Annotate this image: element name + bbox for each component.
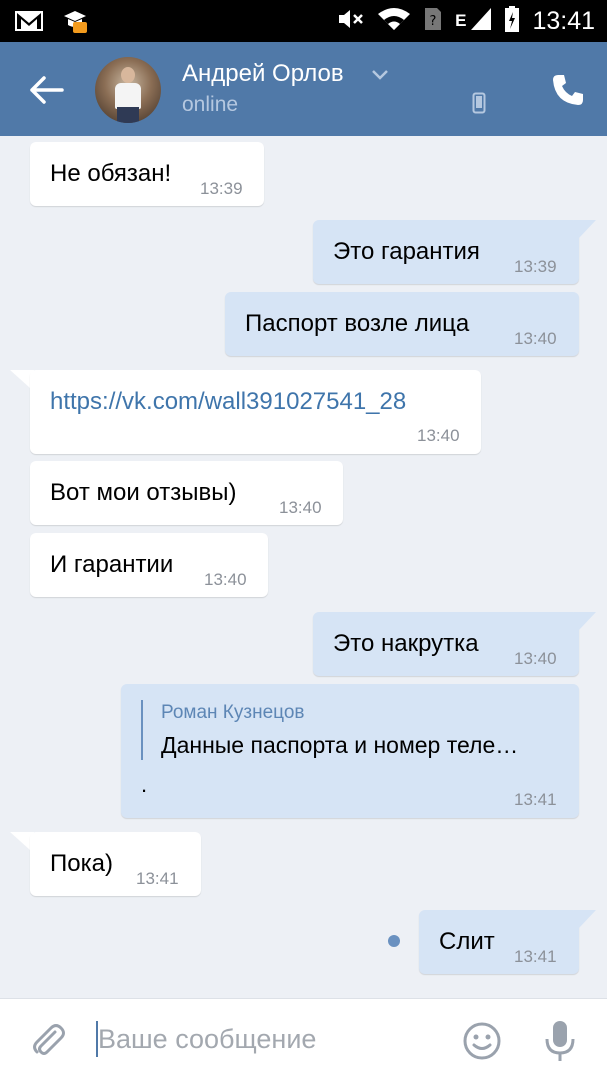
message-input[interactable]: [98, 1019, 438, 1059]
message-time: 13:40: [279, 498, 322, 517]
clock: 13:41: [532, 6, 595, 35]
battery-icon: [504, 5, 520, 38]
network-type: E: [455, 11, 467, 30]
message-incoming[interactable]: Пока) 13:41: [30, 832, 201, 896]
message-text: Пока): [50, 850, 113, 877]
bubble-tail: [574, 910, 596, 928]
phone-icon: [553, 75, 583, 105]
microphone-icon: [545, 1021, 575, 1061]
message-text: Вот мои отзывы): [50, 479, 237, 506]
avatar[interactable]: [95, 57, 161, 123]
contact-name[interactable]: Андрей Орлов: [182, 60, 344, 88]
message-text: Паспорт возле лица: [245, 310, 470, 337]
attach-button[interactable]: [28, 1021, 68, 1061]
gmail-icon: [14, 9, 44, 38]
message-outgoing[interactable]: Паспорт возле лица 13:40: [225, 292, 579, 356]
message-outgoing[interactable]: Слит 13:41: [419, 910, 579, 974]
message-time: 13:41: [514, 947, 557, 966]
message-text: .: [141, 772, 148, 797]
message-outgoing-forwarded[interactable]: Роман Кузнецов Данные паспорта и номер т…: [121, 684, 579, 818]
signal-icon: [470, 6, 492, 37]
message-list[interactable]: Не обязан! 13:39 Это гарантия 13:39 Пасп…: [0, 136, 607, 998]
forwarded-text: Данные паспорта и номер теле…: [161, 732, 519, 758]
mobile-device-icon: [472, 92, 486, 114]
paperclip-icon: [33, 1024, 65, 1055]
message-incoming[interactable]: Вот мои отзывы) 13:40: [30, 461, 343, 525]
chevron-down-icon[interactable]: [371, 68, 389, 80]
compose-bar: [0, 998, 607, 1081]
message-incoming[interactable]: И гарантии 13:40: [30, 533, 268, 597]
notification-icon: [62, 8, 88, 39]
message-incoming[interactable]: Не обязан! 13:39: [30, 142, 264, 206]
wifi-icon: [377, 6, 411, 37]
bubble-tail: [574, 612, 596, 630]
message-outgoing[interactable]: Это накрутка 13:40: [313, 612, 579, 676]
message-outgoing[interactable]: Это гарантия 13:39: [313, 220, 579, 284]
message-time: 13:39: [514, 257, 557, 276]
message-time: 13:40: [204, 570, 247, 589]
message-time: 13:40: [417, 426, 460, 445]
svg-text:?: ?: [430, 14, 437, 29]
message-time: 13:40: [514, 329, 557, 348]
unread-indicator: [388, 935, 400, 947]
voice-button[interactable]: [542, 1019, 578, 1063]
message-text: Слит: [439, 928, 495, 955]
message-text: И гарантии: [50, 551, 174, 578]
message-text: Это гарантия: [333, 238, 480, 265]
message-text: Это накрутка: [333, 630, 479, 657]
forwarded-author[interactable]: Роман Кузнецов: [161, 702, 304, 724]
emoji-button[interactable]: [462, 1021, 502, 1061]
message-time: 13:41: [136, 869, 179, 888]
status-bar: ? E 13:41: [0, 0, 607, 42]
mute-icon: [337, 7, 365, 36]
message-time: 13:41: [514, 790, 557, 809]
bubble-tail: [574, 220, 596, 238]
contact-status: online: [182, 93, 239, 116]
message-time: 13:39: [200, 179, 243, 198]
back-button[interactable]: [28, 72, 68, 108]
message-time: 13:40: [514, 649, 557, 668]
message-incoming[interactable]: https://vk.com/wall391027541_28 13:40: [30, 370, 481, 454]
smiley-icon: [463, 1022, 501, 1060]
chat-header: Андрей Орлов online: [0, 42, 607, 136]
call-button[interactable]: [550, 72, 586, 108]
message-text: Не обязан!: [50, 160, 172, 187]
message-link[interactable]: https://vk.com/wall391027541_28: [50, 388, 406, 416]
sim-icon: ?: [423, 6, 443, 37]
quote-bar: [141, 700, 143, 760]
